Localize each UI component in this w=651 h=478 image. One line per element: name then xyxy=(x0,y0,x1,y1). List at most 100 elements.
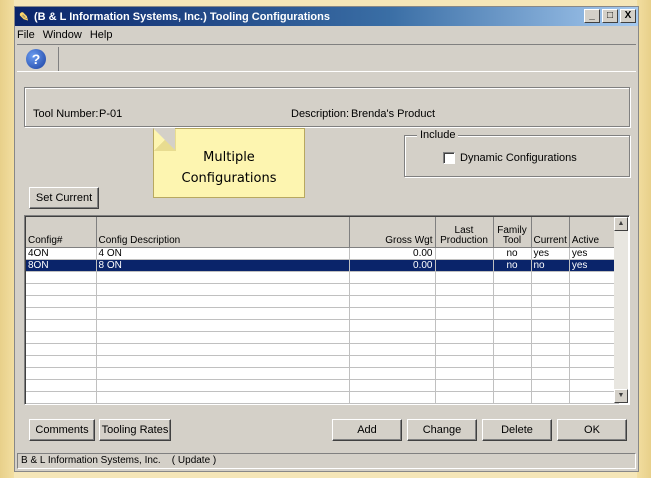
maximize-button[interactable]: □ xyxy=(602,9,618,23)
table-cell-config[interactable]: 8ON xyxy=(26,259,97,272)
vertical-scrollbar[interactable]: ▲ ▼ xyxy=(614,217,628,403)
table-cell-empty[interactable] xyxy=(96,283,350,296)
table-row-empty[interactable] xyxy=(26,295,619,308)
table-cell-empty[interactable] xyxy=(569,295,619,308)
table-cell-empty[interactable] xyxy=(435,271,494,284)
table-cell-family[interactable]: no xyxy=(493,247,532,260)
table-cell-empty[interactable] xyxy=(349,295,436,308)
table-cell-current[interactable]: yes xyxy=(531,247,570,260)
table-cell-empty[interactable] xyxy=(349,391,436,404)
table-cell-empty[interactable] xyxy=(435,367,494,380)
table-cell-empty[interactable] xyxy=(569,355,619,368)
menu-file[interactable]: File xyxy=(17,29,35,41)
minimize-button[interactable]: _ xyxy=(584,9,600,23)
column-header-gross-wgt[interactable]: Gross Wgt xyxy=(349,217,436,248)
table-cell-empty[interactable] xyxy=(96,331,350,344)
table-cell-empty[interactable] xyxy=(26,283,97,296)
table-cell-empty[interactable] xyxy=(26,355,97,368)
table-cell-empty[interactable] xyxy=(493,331,532,344)
table-cell-empty[interactable] xyxy=(349,343,436,356)
table-cell-gross[interactable]: 0.00 xyxy=(349,247,436,260)
menu-window[interactable]: Window xyxy=(43,29,82,41)
column-header-active[interactable]: Active xyxy=(569,217,619,248)
table-cell-empty[interactable] xyxy=(435,379,494,392)
column-header-config[interactable]: Config# xyxy=(26,217,97,248)
table-cell-empty[interactable] xyxy=(26,271,97,284)
table-cell-empty[interactable] xyxy=(435,283,494,296)
table-cell-empty[interactable] xyxy=(96,295,350,308)
table-row-empty[interactable] xyxy=(26,379,619,392)
set-current-button[interactable]: Set Current xyxy=(29,187,99,209)
table-cell-empty[interactable] xyxy=(349,271,436,284)
column-header-last-production[interactable]: Last Production xyxy=(435,217,494,248)
table-cell-empty[interactable] xyxy=(493,367,532,380)
table-cell-empty[interactable] xyxy=(531,283,570,296)
table-row-empty[interactable] xyxy=(26,271,619,284)
table-cell-empty[interactable] xyxy=(569,271,619,284)
table-cell-empty[interactable] xyxy=(493,343,532,356)
table-cell-empty[interactable] xyxy=(96,271,350,284)
table-cell-empty[interactable] xyxy=(531,367,570,380)
table-cell-empty[interactable] xyxy=(26,379,97,392)
table-cell-empty[interactable] xyxy=(493,271,532,284)
table-cell-empty[interactable] xyxy=(435,331,494,344)
table-cell-empty[interactable] xyxy=(96,343,350,356)
close-button[interactable]: X xyxy=(620,9,636,23)
table-cell-empty[interactable] xyxy=(26,343,97,356)
scroll-up-button[interactable]: ▲ xyxy=(614,217,628,231)
dynamic-configurations-checkbox[interactable] xyxy=(443,152,455,164)
table-cell-empty[interactable] xyxy=(349,367,436,380)
scroll-down-button[interactable]: ▼ xyxy=(614,389,628,403)
table-cell-empty[interactable] xyxy=(493,355,532,368)
table-cell-empty[interactable] xyxy=(349,307,436,320)
menu-help[interactable]: Help xyxy=(90,29,113,41)
table-cell-empty[interactable] xyxy=(531,391,570,404)
table-cell-empty[interactable] xyxy=(435,355,494,368)
table-cell-empty[interactable] xyxy=(531,355,570,368)
table-cell-empty[interactable] xyxy=(349,283,436,296)
table-cell-empty[interactable] xyxy=(96,391,350,404)
dynamic-configurations-label[interactable]: Dynamic Configurations xyxy=(460,152,577,164)
table-cell-empty[interactable] xyxy=(569,391,619,404)
table-row-empty[interactable] xyxy=(26,343,619,356)
column-header-family-tool[interactable]: Family Tool xyxy=(493,217,532,248)
table-cell-empty[interactable] xyxy=(26,367,97,380)
table-cell-desc[interactable]: 4 ON xyxy=(96,247,350,260)
table-cell-empty[interactable] xyxy=(435,307,494,320)
table-row-empty[interactable] xyxy=(26,355,619,368)
table-cell-empty[interactable] xyxy=(569,343,619,356)
delete-button[interactable]: Delete xyxy=(482,419,552,441)
add-button[interactable]: Add xyxy=(332,419,402,441)
table-cell-empty[interactable] xyxy=(96,355,350,368)
table-cell-empty[interactable] xyxy=(349,379,436,392)
table-cell-config[interactable]: 4ON xyxy=(26,247,97,260)
table-cell-active[interactable]: yes xyxy=(569,259,619,272)
table-cell-empty[interactable] xyxy=(569,319,619,332)
table-cell-empty[interactable] xyxy=(531,331,570,344)
change-button[interactable]: Change xyxy=(407,419,477,441)
help-button[interactable]: ? xyxy=(19,47,59,71)
table-cell-empty[interactable] xyxy=(569,331,619,344)
table-cell-empty[interactable] xyxy=(349,355,436,368)
table-cell-empty[interactable] xyxy=(349,331,436,344)
ok-button[interactable]: OK xyxy=(557,419,627,441)
table-cell-empty[interactable] xyxy=(493,379,532,392)
table-row-empty[interactable] xyxy=(26,307,619,320)
table-row-empty[interactable] xyxy=(26,367,619,380)
table-cell-empty[interactable] xyxy=(531,379,570,392)
table-cell-empty[interactable] xyxy=(435,319,494,332)
table-cell-empty[interactable] xyxy=(96,367,350,380)
table-cell-empty[interactable] xyxy=(26,307,97,320)
table-cell-empty[interactable] xyxy=(493,319,532,332)
table-cell-gross[interactable]: 0.00 xyxy=(349,259,436,272)
table-cell-empty[interactable] xyxy=(569,367,619,380)
table-cell-empty[interactable] xyxy=(531,319,570,332)
table-cell-empty[interactable] xyxy=(26,391,97,404)
table-cell-current[interactable]: no xyxy=(531,259,570,272)
table-cell-empty[interactable] xyxy=(493,307,532,320)
table-cell-last[interactable] xyxy=(435,259,494,272)
table-cell-empty[interactable] xyxy=(435,391,494,404)
table-cell-empty[interactable] xyxy=(569,307,619,320)
table-cell-empty[interactable] xyxy=(26,331,97,344)
table-cell-empty[interactable] xyxy=(26,319,97,332)
